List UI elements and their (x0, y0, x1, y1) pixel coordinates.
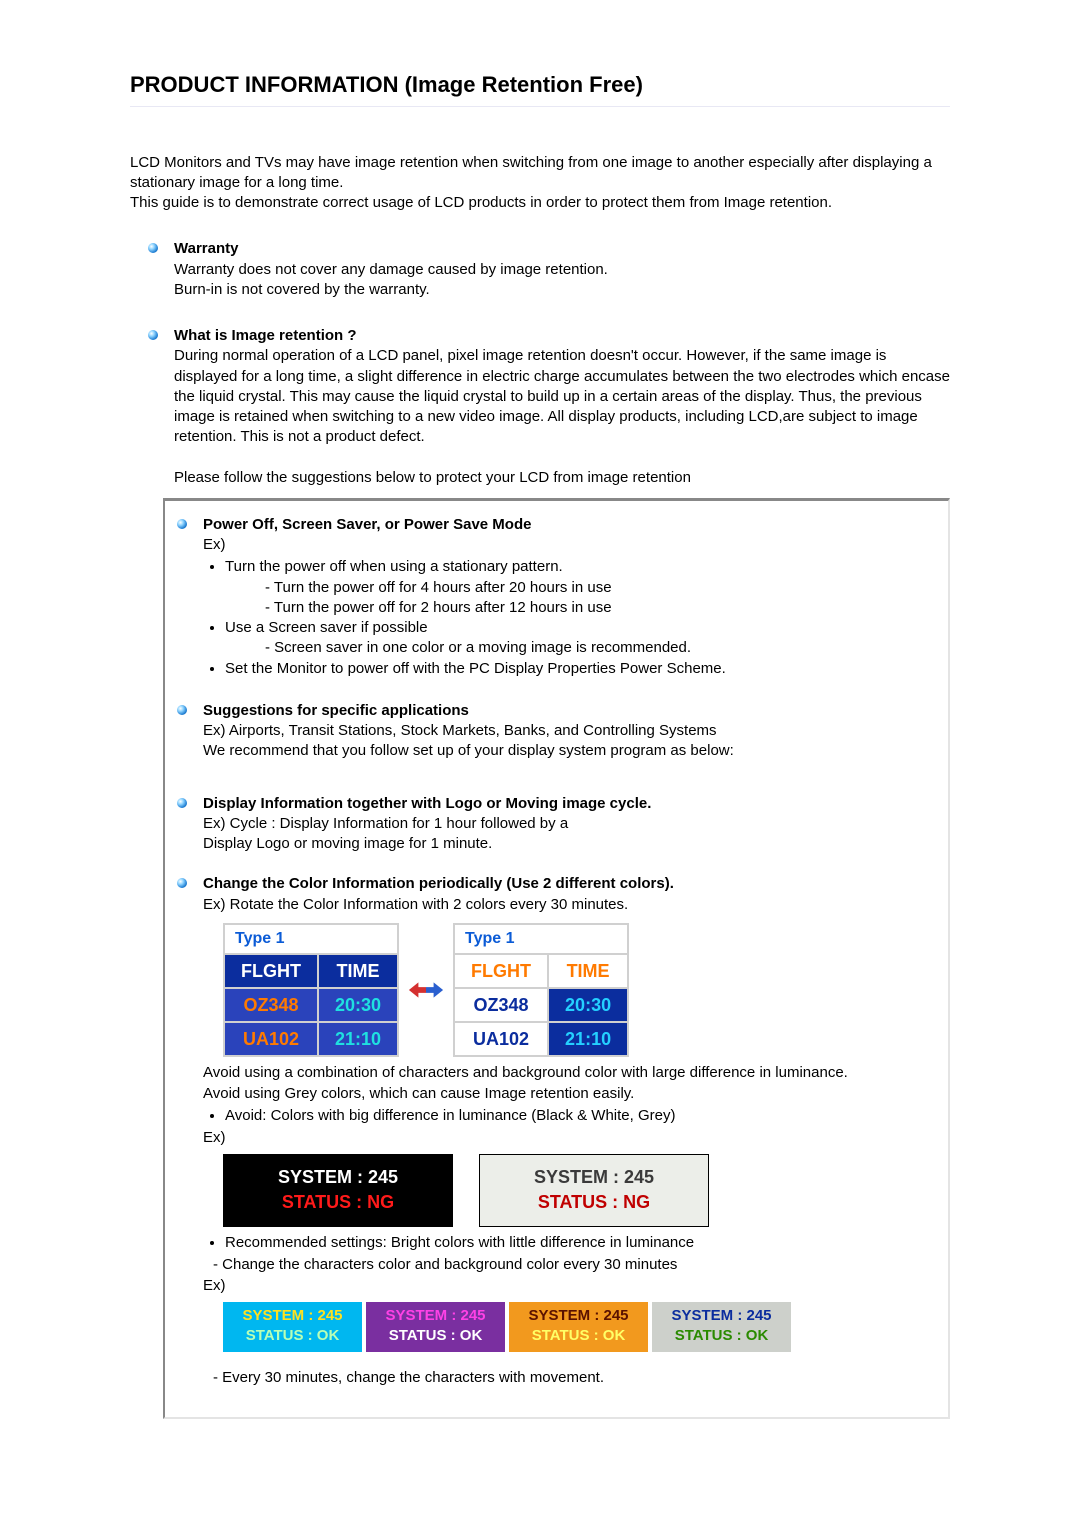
th-time: TIME (318, 954, 398, 988)
sec2-title: Suggestions for specific applications (203, 701, 930, 721)
intro-block: LCD Monitors and TVs may have image rete… (130, 153, 950, 214)
card-line-2: STATUS : OK (654, 1326, 789, 1346)
rec-card-3: SYSTEM : 245 STATUS : OK (509, 1302, 648, 1353)
bullet-icon (148, 330, 158, 340)
td: OZ348 (454, 988, 548, 1022)
rec-b1: Recommended settings: Bright colors with… (225, 1233, 930, 1253)
rec-card-4: SYSTEM : 245 STATUS : OK (652, 1302, 791, 1353)
bullet-icon (177, 878, 187, 888)
card-line-1: SYSTEM : 245 (368, 1306, 503, 1326)
card-line-1: SYSTEM : 245 (228, 1165, 448, 1189)
card-line-1: SYSTEM : 245 (511, 1306, 646, 1326)
avoid-b1: Avoid: Colors with big difference in lum… (225, 1106, 930, 1126)
sec1-b2-d1: - Screen saver in one color or a moving … (265, 638, 930, 658)
avoid-p2: Avoid using Grey colors, which can cause… (203, 1084, 930, 1104)
sec3-l2: Display Logo or moving image for 1 minut… (203, 834, 930, 854)
sec1-b3: Set the Monitor to power off with the PC… (225, 659, 930, 679)
rec-d2: - Every 30 minutes, change the character… (213, 1368, 930, 1388)
type1-left-label: Type 1 (223, 923, 399, 953)
sec1-b2: Use a Screen saver if possible (225, 619, 428, 636)
th-flight: FLGHT (454, 954, 548, 988)
card-line-1: SYSTEM : 245 (225, 1306, 360, 1326)
card-line-1: SYSTEM : 245 (654, 1306, 789, 1326)
sec4-title: Change the Color Information periodicall… (203, 874, 930, 894)
warranty-line-1: Warranty does not cover any damage cause… (174, 260, 950, 280)
example-card-dark: SYSTEM : 245 STATUS : NG (223, 1154, 453, 1227)
flight-table-right: FLGHT TIME OZ348 20:30 UA102 21:10 (453, 953, 629, 1058)
rec-card-2: SYSTEM : 245 STATUS : OK (366, 1302, 505, 1353)
sec3-title: Display Information together with Logo o… (203, 794, 930, 814)
follow-suggestions: Please follow the suggestions below to p… (174, 468, 950, 488)
td: UA102 (224, 1022, 318, 1056)
intro-line-2: This guide is to demonstrate correct usa… (130, 193, 950, 213)
card-line-2: STATUS : OK (511, 1326, 646, 1346)
td: OZ348 (224, 988, 318, 1022)
guide-box: Power Off, Screen Saver, or Power Save M… (163, 498, 950, 1419)
sec1-b1-d1: - Turn the power off for 4 hours after 2… (265, 578, 930, 598)
card-line-2: STATUS : NG (484, 1190, 704, 1214)
card-line-1: SYSTEM : 245 (484, 1165, 704, 1189)
rec-ex: Ex) (203, 1276, 930, 1296)
sec2-l1: Ex) Airports, Transit Stations, Stock Ma… (203, 721, 930, 741)
avoid-p1: Avoid using a combination of characters … (203, 1063, 930, 1083)
bullet-icon (177, 705, 187, 715)
card-line-2: STATUS : OK (225, 1326, 360, 1346)
td: 20:30 (548, 988, 628, 1022)
card-line-2: STATUS : OK (368, 1326, 503, 1346)
sec2-l2: We recommend that you follow set up of y… (203, 741, 930, 761)
sec4-l1: Ex) Rotate the Color Information with 2 … (203, 895, 930, 915)
warranty-title: Warranty (174, 239, 950, 259)
td: 21:10 (318, 1022, 398, 1056)
bullet-icon (177, 519, 187, 529)
sec1-b1-d2: - Turn the power off for 2 hours after 1… (265, 598, 930, 618)
th-flight: FLGHT (224, 954, 318, 988)
avoid-ex: Ex) (203, 1128, 930, 1148)
title-rule (130, 106, 950, 107)
flight-table-left: FLGHT TIME OZ348 20:30 UA102 21:10 (223, 953, 399, 1058)
rec-card-1: SYSTEM : 245 STATUS : OK (223, 1302, 362, 1353)
type1-right-label: Type 1 (453, 923, 629, 953)
sec1-ex: Ex) (203, 535, 930, 555)
bullet-icon (177, 798, 187, 808)
example-card-light: SYSTEM : 245 STATUS : NG (479, 1154, 709, 1227)
sec1-title: Power Off, Screen Saver, or Power Save M… (203, 515, 930, 535)
warranty-line-2: Burn-in is not covered by the warranty. (174, 280, 950, 300)
what-is-body: During normal operation of a LCD panel, … (174, 346, 950, 447)
swap-icon (407, 978, 445, 1002)
bullet-icon (148, 243, 158, 253)
card-line-2: STATUS : NG (228, 1190, 448, 1214)
th-time: TIME (548, 954, 628, 988)
intro-line-1: LCD Monitors and TVs may have image rete… (130, 153, 950, 194)
sec1-b1: Turn the power off when using a stationa… (225, 558, 563, 575)
td: 20:30 (318, 988, 398, 1022)
td: UA102 (454, 1022, 548, 1056)
td: 21:10 (548, 1022, 628, 1056)
what-is-title: What is Image retention ? (174, 326, 950, 346)
page-title: PRODUCT INFORMATION (Image Retention Fre… (130, 70, 950, 100)
sec3-l1: Ex) Cycle : Display Information for 1 ho… (203, 814, 930, 834)
rec-d1: - Change the characters color and backgr… (213, 1255, 930, 1275)
